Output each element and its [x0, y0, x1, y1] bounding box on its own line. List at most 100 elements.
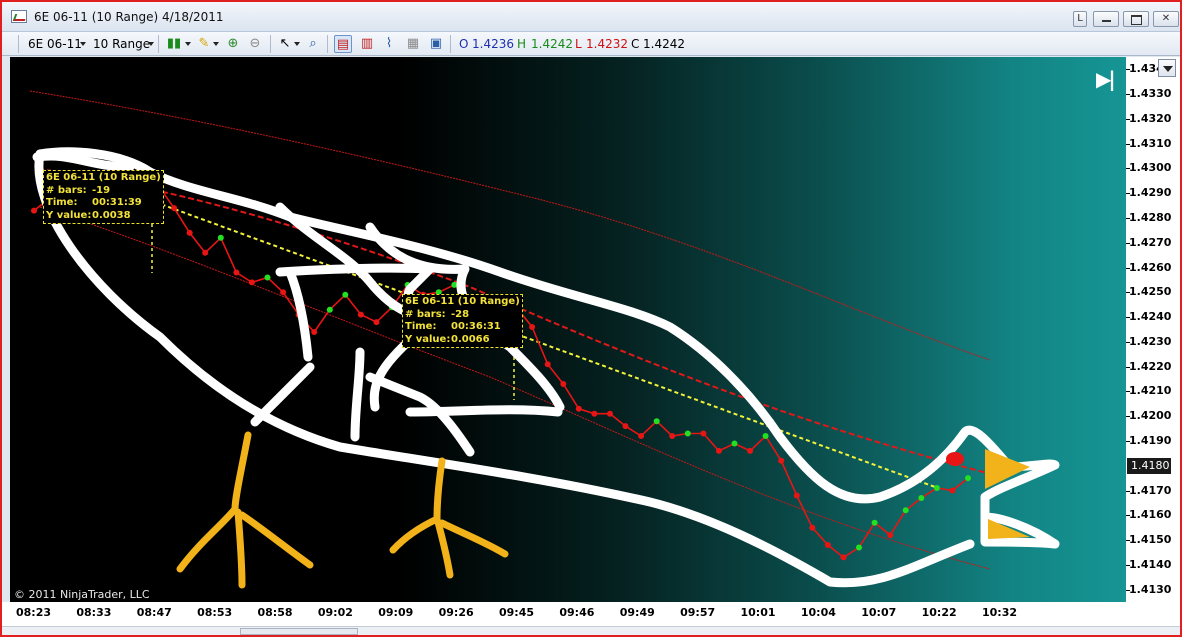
measure-tooltip-title: 6E 06-11 (10 Range) — [405, 296, 520, 307]
high-label: H — [517, 37, 527, 51]
instrument-dropdown-icon[interactable] — [80, 42, 86, 46]
time-axis[interactable]: 08:23 08:33 08:47 08:53 08:58 09:02 09:09 09:26… — [2, 602, 1180, 626]
pointer-icon[interactable]: ↖ — [276, 35, 294, 53]
drawing-tools-icon[interactable]: ✎ — [195, 35, 213, 53]
up-bar-point — [933, 485, 940, 491]
price-tick-label: 1.4140 — [1125, 557, 1172, 571]
time-tick-label: 10:04 — [800, 606, 836, 619]
data-box-icon[interactable]: ⌕ — [304, 35, 322, 53]
price-tick-label: 1.4160 — [1125, 508, 1172, 522]
chart-app-icon — [11, 10, 27, 23]
instrument-selector[interactable]: 6E 06-11 — [28, 37, 82, 51]
down-bar-point — [778, 457, 785, 464]
measure-line-1[interactable] — [154, 201, 936, 488]
down-bar-point — [638, 433, 645, 439]
measure-y-label: Y value: — [405, 333, 451, 345]
down-bar-point — [280, 289, 287, 296]
strategies-icon[interactable]: ▥ — [358, 35, 376, 53]
price-tick-label: 1.4260 — [1125, 260, 1172, 274]
interval-dropdown-icon[interactable] — [148, 42, 154, 46]
doodle-bird — [32, 147, 1060, 588]
time-tick-label: 08:47 — [136, 606, 172, 619]
toolbar-separator — [450, 35, 451, 53]
price-axis[interactable]: 1.4340 1.4330 1.4320 1.4310 1.4300 1.4290 1.42… — [1125, 57, 1180, 602]
maximize-button[interactable] — [1123, 11, 1149, 27]
down-bar-point — [622, 423, 629, 430]
measure-tooltip-1[interactable]: 6E 06-11 (10 Range) # bars: -19 Time: 00:3… — [43, 170, 164, 224]
chart-style-icon[interactable]: ▮▮ — [165, 35, 183, 53]
down-bar-point — [607, 410, 613, 417]
down-bar-point — [824, 542, 831, 548]
scrollbar-thumb[interactable] — [240, 628, 358, 635]
time-tick-label: 09:45 — [499, 606, 535, 619]
down-bar-point — [171, 205, 178, 212]
price-tick-label: 1.4310 — [1125, 136, 1172, 150]
close-label: C — [631, 37, 640, 51]
last-price-marker: 1.4180 — [1127, 458, 1171, 474]
minimize-button[interactable] — [1093, 11, 1119, 27]
down-bar-point — [529, 324, 536, 330]
zoom-in-icon[interactable]: ⊕ — [224, 35, 242, 53]
down-bar-point — [669, 433, 676, 439]
down-bar-point — [575, 405, 582, 412]
drawing-tools-dropdown-icon[interactable] — [213, 42, 219, 46]
time-tick-label: 09:49 — [619, 606, 655, 619]
down-bar-point — [747, 447, 754, 454]
down-bar-point — [186, 229, 193, 236]
chart-trader-icon[interactable]: ▤ — [334, 35, 352, 53]
price-tick-label: 1.4300 — [1125, 161, 1172, 175]
price-tick-label: 1.4240 — [1125, 310, 1172, 324]
time-tick-label: 09:02 — [317, 606, 353, 619]
up-bar-point — [856, 544, 862, 551]
down-bar-point — [373, 319, 380, 326]
chart-toolbar: 6E 06-11 10 Range ▮▮ ✎ ⊕ ⊖ ↖ ⌕ ▤ ▥ ⌇ ▦ ▣… — [2, 32, 1180, 56]
axis-menu-dropdown-icon[interactable] — [1158, 59, 1176, 77]
up-bar-point — [902, 507, 909, 514]
down-bar-point — [949, 487, 956, 494]
measure-tooltip-2[interactable]: 6E 06-11 (10 Range) # bars: -28 Time: 00:3… — [402, 294, 523, 348]
link-button[interactable]: L — [1073, 11, 1087, 27]
price-series — [31, 163, 971, 561]
low-value: 1.4232 — [586, 37, 628, 51]
down-bar-point — [715, 447, 722, 454]
time-tick-label: 08:23 — [16, 606, 52, 619]
close-button[interactable] — [1153, 11, 1179, 27]
measure-tooltip-title: 6E 06-11 (10 Range) — [46, 172, 161, 183]
toolbar-grip — [18, 35, 19, 53]
chart-style-dropdown-icon[interactable] — [185, 42, 191, 46]
up-bar-point — [871, 519, 878, 526]
down-bar-point — [840, 554, 847, 561]
pointer-dropdown-icon[interactable] — [294, 42, 300, 46]
up-bar-point — [217, 234, 224, 241]
indicators-icon[interactable]: ⌇ — [380, 35, 398, 53]
interval-selector[interactable]: 10 Range — [93, 37, 150, 51]
up-bar-point — [731, 440, 738, 447]
down-bar-point — [202, 249, 209, 256]
up-bar-point — [342, 291, 349, 298]
up-bar-point — [684, 430, 691, 437]
down-bar-point — [809, 524, 816, 531]
low-label: L — [575, 37, 582, 51]
copyright-text: © 2011 NinjaTrader, LLC — [14, 588, 150, 601]
up-bar-point — [326, 306, 333, 313]
down-bar-point — [31, 207, 37, 214]
window-title: 6E 06-11 (10 Range) 4/18/2011 — [34, 10, 224, 24]
time-tick-label: 08:33 — [76, 606, 112, 619]
properties-icon[interactable]: ▣ — [427, 35, 445, 53]
chart-window: 6E 06-11 (10 Range) 4/18/2011 L 6E 06-11… — [0, 0, 1182, 637]
time-tick-label: 10:22 — [921, 606, 957, 619]
measure-bars-value: -19 — [92, 184, 111, 196]
scroll-to-end-icon[interactable]: ▶| — [1096, 67, 1116, 91]
high-value: 1.4242 — [531, 37, 573, 51]
templates-icon[interactable]: ▦ — [404, 35, 422, 53]
time-tick-label: 09:46 — [559, 606, 595, 619]
up-bar-point — [762, 433, 769, 439]
horizontal-scrollbar[interactable] — [2, 626, 1180, 635]
down-bar-point — [248, 279, 255, 286]
measure-bars-label: # bars: — [405, 308, 446, 320]
zoom-out-icon[interactable]: ⊖ — [246, 35, 264, 53]
price-tick-label: 1.4190 — [1125, 433, 1172, 447]
chart-canvas[interactable] — [10, 57, 1126, 602]
title-bar[interactable]: 6E 06-11 (10 Range) 4/18/2011 L — [2, 2, 1180, 32]
price-tick-label: 1.4290 — [1125, 186, 1172, 200]
